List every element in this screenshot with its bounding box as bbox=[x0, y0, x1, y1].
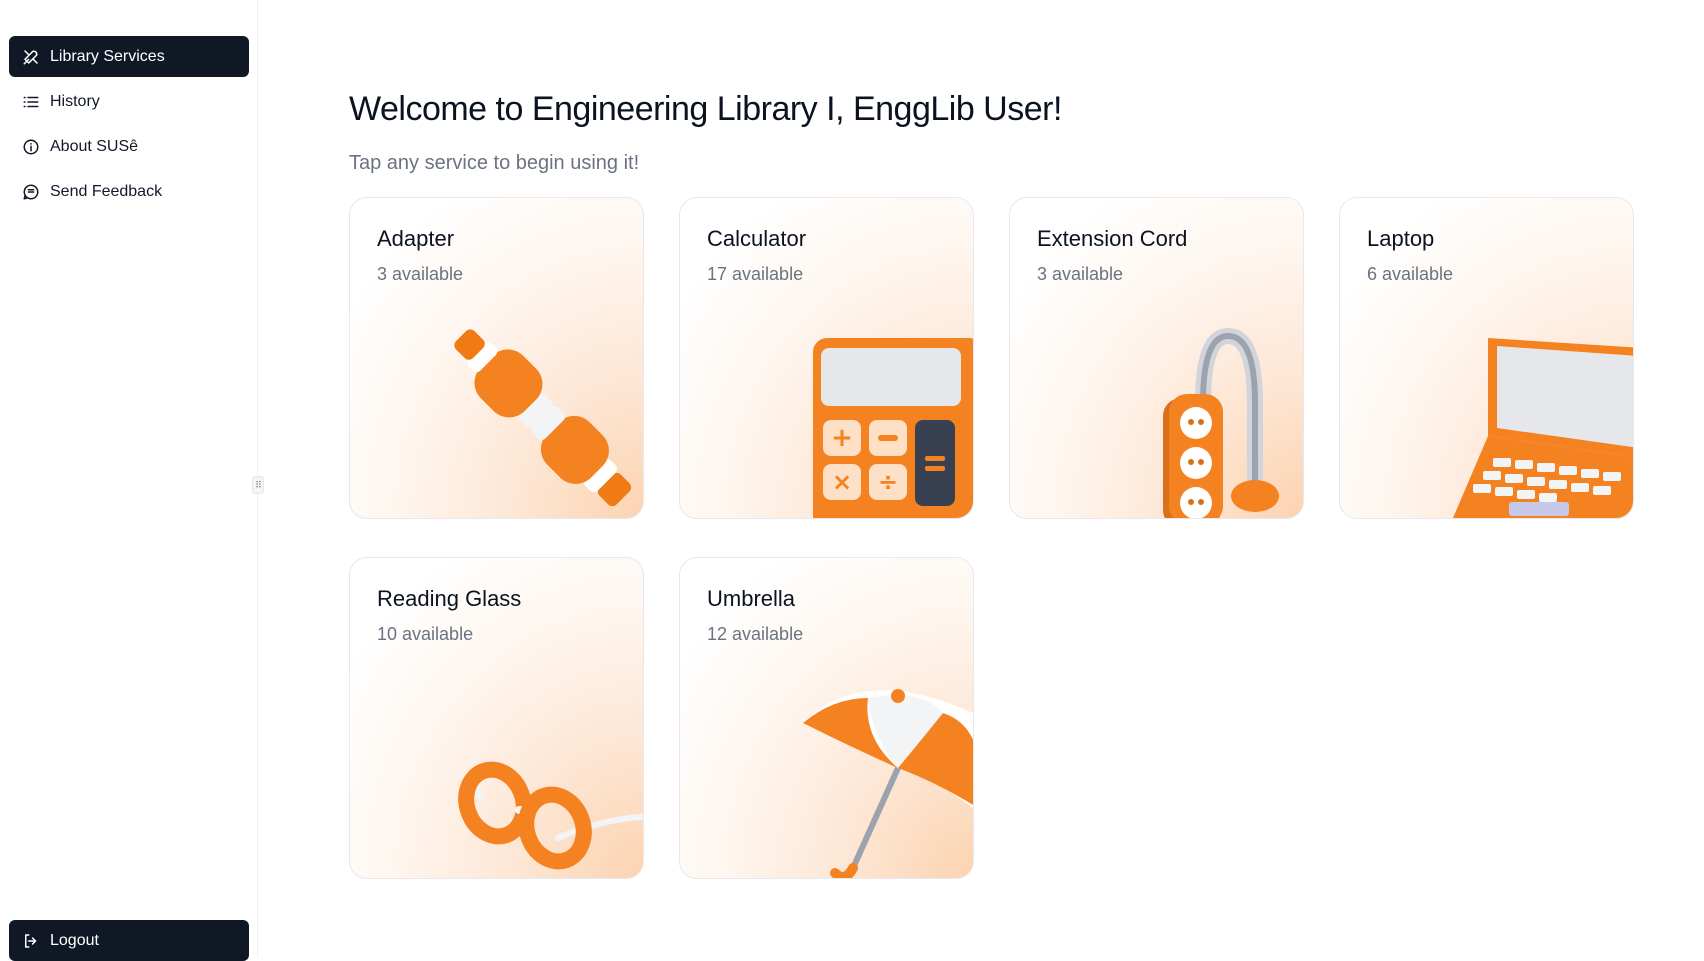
sidebar-item-label: About SUSê bbox=[50, 137, 139, 155]
service-card-extension-cord[interactable]: Extension Cord 3 available bbox=[1009, 197, 1304, 519]
laptop-illustration bbox=[1453, 338, 1633, 518]
sidebar: Library Services History About SUSê Send… bbox=[0, 0, 258, 961]
logout-icon bbox=[22, 932, 40, 950]
page-subtitle: Tap any service to begin using it! bbox=[349, 152, 640, 174]
service-name: Adapter bbox=[377, 226, 455, 251]
tools-icon bbox=[22, 48, 40, 66]
service-card-laptop[interactable]: Laptop 6 available bbox=[1339, 197, 1634, 519]
service-card-umbrella[interactable]: Umbrella 12 available bbox=[679, 557, 974, 879]
service-card-reading-glass[interactable]: Reading Glass 10 available bbox=[349, 557, 644, 879]
umbrella-illustration bbox=[803, 689, 973, 878]
sidebar-item-library-services[interactable]: Library Services bbox=[9, 36, 249, 77]
grip-icon: ⠿ bbox=[255, 479, 262, 490]
service-name: Laptop bbox=[1367, 226, 1435, 251]
svg-text:÷: ÷ bbox=[878, 468, 898, 496]
main-content: Welcome to Engineering Library I, EnggLi… bbox=[349, 0, 1669, 958]
service-availability: 3 available bbox=[377, 264, 464, 284]
chat-icon bbox=[22, 183, 40, 201]
reading-glass-illustration bbox=[458, 761, 643, 870]
service-name: Calculator bbox=[707, 226, 807, 251]
service-name: Reading Glass bbox=[377, 586, 522, 611]
svg-text:+: + bbox=[831, 423, 853, 453]
sidebar-item-label: Send Feedback bbox=[50, 182, 163, 200]
service-card-adapter[interactable]: Adapter 3 available bbox=[349, 197, 644, 519]
sidebar-item-label: Library Services bbox=[50, 47, 165, 65]
sidebar-item-send-feedback[interactable]: Send Feedback bbox=[9, 171, 249, 212]
adapter-illustration bbox=[454, 329, 632, 507]
sidebar-item-history[interactable]: History bbox=[9, 81, 249, 122]
sidebar-item-label: History bbox=[50, 92, 100, 110]
page-title: Welcome to Engineering Library I, EnggLi… bbox=[349, 90, 1062, 128]
service-card-calculator[interactable]: Calculator 17 available + × ÷ bbox=[679, 197, 974, 519]
info-icon bbox=[22, 138, 40, 156]
calculator-illustration: + × ÷ bbox=[813, 338, 973, 518]
service-availability: 17 available bbox=[707, 264, 804, 284]
service-availability: 6 available bbox=[1367, 264, 1454, 284]
logout-button[interactable]: Logout bbox=[9, 920, 249, 961]
sidebar-nav: Library Services History About SUSê Send… bbox=[9, 36, 249, 216]
service-availability: 10 available bbox=[377, 624, 474, 644]
service-availability: 3 available bbox=[1037, 264, 1124, 284]
service-availability: 12 available bbox=[707, 624, 804, 644]
service-name: Umbrella bbox=[707, 586, 796, 611]
extension-cord-illustration bbox=[1163, 327, 1279, 518]
logout-label: Logout bbox=[50, 931, 99, 949]
sidebar-item-about[interactable]: About SUSê bbox=[9, 126, 249, 167]
list-icon bbox=[22, 93, 40, 111]
sidebar-resize-handle[interactable]: ⠿ bbox=[252, 476, 264, 494]
service-name: Extension Cord bbox=[1037, 226, 1188, 251]
svg-text:×: × bbox=[832, 468, 852, 496]
